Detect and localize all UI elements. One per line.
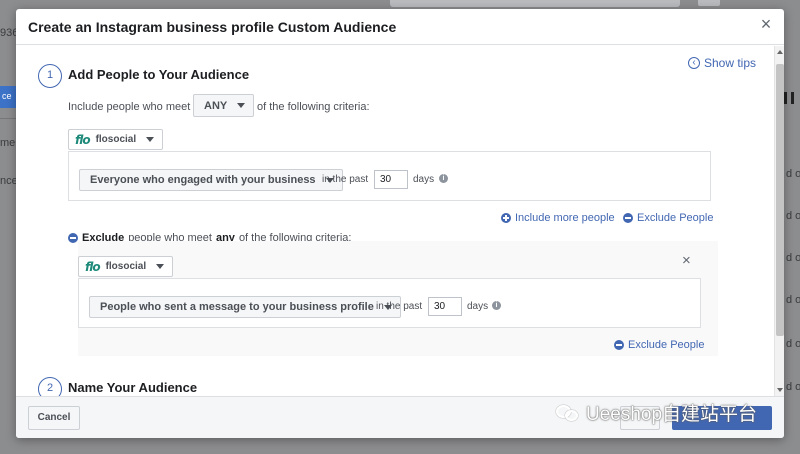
background-text: d on [786,381,800,393]
exclude-source-selector[interactable]: flo flosocial [78,256,174,277]
exclude-source-label: flosocial [105,261,147,272]
modal-title: Create an Instagram business profile Cus… [28,19,397,35]
match-any-value: ANY [204,99,228,112]
in-the-past-text: in the past [322,174,369,185]
source-label: flosocial [95,134,137,145]
engagement-rule-label: Everyone who engaged with your business [90,174,316,186]
background-divider [0,118,16,119]
remove-exclusion-icon[interactable]: × [682,253,691,268]
background-button: ce [0,86,16,108]
background-text: d on [786,338,800,350]
minus-circle-icon [623,213,633,223]
show-tips-link[interactable]: ‹ Show tips [688,56,756,70]
background-text: d on [786,294,800,306]
days-text: days [413,174,435,185]
step-title-add-people: Add People to Your Audience [68,67,250,82]
retention-days-input[interactable] [374,170,408,189]
include-criteria-box: Everyone who engaged with your business … [68,151,711,201]
include-more-people-link[interactable]: Include more people [501,212,615,224]
info-icon[interactable]: i [492,301,501,310]
cancel-button[interactable]: Cancel [28,406,80,430]
include-prefix-text: Include people who meet [68,101,191,113]
plus-circle-icon [501,213,511,223]
background-text: d on [786,252,800,264]
exclude-criteria-box: People who sent a message to your busine… [78,278,701,328]
background-top-icon [698,0,720,6]
background-pause-icon [784,92,794,104]
exclude-in-the-past-text: in the past [376,301,423,312]
exclude-people-label: Exclude People [637,212,714,224]
background-search-bar [390,0,680,7]
include-more-people-label: Include more people [515,212,615,224]
flo-logo-icon: flo [85,259,101,274]
exclude-days-text: days [467,301,489,312]
watermark: Ueeshop自建站平台 [556,399,757,426]
modal-header: Create an Instagram business profile Cus… [16,9,784,45]
step-number-2: 2 [38,377,62,396]
caret-down-icon [156,264,165,269]
engagement-rule-dropdown[interactable]: Everyone who engaged with your business [79,169,343,191]
match-any-dropdown[interactable]: ANY [193,94,255,117]
exclude-rule-label: People who sent a message to your busine… [100,301,374,313]
minus-circle-icon [614,340,624,350]
exclude-retention-days-input[interactable] [428,297,462,316]
step-number-1: 1 [38,64,62,88]
exclude-people-link-2[interactable]: Exclude People [614,339,704,351]
exclude-people-link[interactable]: Exclude People [623,212,713,224]
flo-logo-icon: flo [75,132,91,147]
info-icon[interactable]: i [439,174,448,183]
source-selector[interactable]: flo flosocial [68,129,164,150]
watermark-text: Ueeshop自建站平台 [586,404,758,425]
chevron-left-circle-icon: ‹ [688,57,700,69]
include-suffix-text: of the following criteria: [257,101,370,113]
caret-down-icon [237,103,246,108]
step-title-name-audience: Name Your Audience [68,380,198,395]
close-icon[interactable]: × [758,15,774,33]
minus-circle-icon[interactable] [68,233,78,243]
wechat-icon [556,403,580,423]
scroll-down-icon[interactable] [777,388,783,392]
caret-down-icon [146,137,155,142]
background-text: me [0,137,16,149]
modal-body: 1 Add People to Your Audience ‹ Show tip… [16,46,784,396]
custom-audience-modal: Create an Instagram business profile Cus… [16,9,784,438]
scroll-up-icon[interactable] [777,50,783,54]
background-text: d on [786,210,800,222]
background-text: d on [786,168,800,180]
exclude-rule-dropdown[interactable]: People who sent a message to your busine… [89,296,401,318]
modal-scrollbar[interactable] [774,46,784,396]
show-tips-label: Show tips [704,56,757,70]
exclude-people-label-2: Exclude People [628,339,705,351]
scroll-thumb[interactable] [776,64,784,336]
